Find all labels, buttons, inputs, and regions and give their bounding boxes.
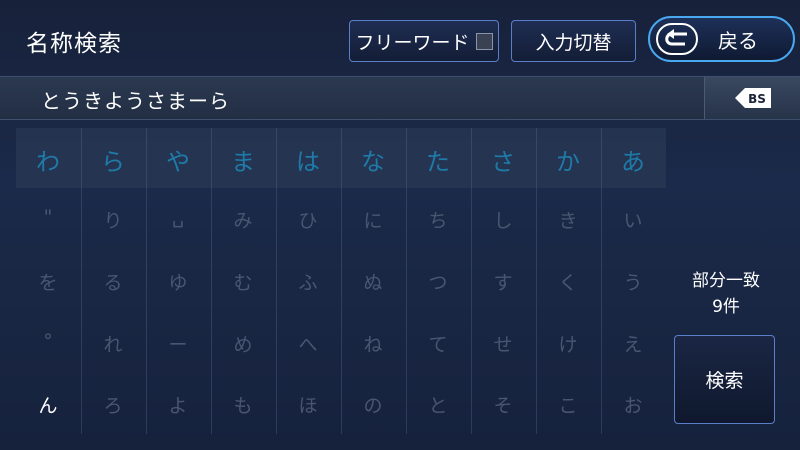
- kana-key[interactable]: ␣: [146, 206, 210, 228]
- backspace-label: BS: [748, 92, 766, 106]
- kana-key[interactable]: す: [471, 268, 535, 295]
- kana-key[interactable]: そ: [471, 391, 535, 418]
- search-button-label: 検索: [705, 370, 744, 392]
- kana-key[interactable]: ろ: [81, 391, 145, 418]
- kana-key[interactable]: の: [341, 391, 405, 418]
- kana-key[interactable]: ": [16, 206, 80, 228]
- kana-key[interactable]: け: [536, 330, 600, 357]
- kana-key-row-9[interactable]: あ: [601, 142, 665, 177]
- kana-key[interactable]: れ: [81, 330, 145, 357]
- kana-key[interactable]: ち: [406, 206, 470, 233]
- kana-key[interactable]: °: [16, 330, 80, 352]
- kana-key[interactable]: ぬ: [341, 268, 405, 295]
- kana-key-row-5[interactable]: な: [341, 142, 405, 177]
- kana-key[interactable]: に: [341, 206, 405, 233]
- free-word-toggle-button[interactable]: フリーワード: [349, 20, 499, 62]
- header-bar: 名称検索 フリーワード 入力切替 戻る: [0, 0, 800, 76]
- input-text: とうきようさまーら: [41, 89, 230, 113]
- kana-key[interactable]: と: [406, 391, 470, 418]
- kana-key[interactable]: ね: [341, 330, 405, 357]
- kana-key[interactable]: を: [16, 268, 80, 295]
- kana-key[interactable]: く: [536, 268, 600, 295]
- kana-key[interactable]: へ: [276, 330, 340, 357]
- kana-key[interactable]: め: [211, 330, 275, 357]
- free-word-label: フリーワード: [355, 31, 470, 54]
- kana-key[interactable]: せ: [471, 330, 535, 357]
- kana-key[interactable]: よ: [146, 391, 210, 418]
- kana-key[interactable]: き: [536, 206, 600, 233]
- kana-key[interactable]: つ: [406, 268, 470, 295]
- back-button[interactable]: 戻る: [648, 16, 795, 62]
- kana-key[interactable]: こ: [536, 391, 600, 418]
- kana-key[interactable]: み: [211, 206, 275, 233]
- kana-key[interactable]: り: [81, 206, 145, 233]
- backspace-icon: BS: [734, 88, 771, 108]
- kana-key[interactable]: も: [211, 391, 275, 418]
- kana-key[interactable]: て: [406, 330, 470, 357]
- page-title: 名称検索: [26, 31, 122, 57]
- back-label: 戻る: [718, 28, 758, 53]
- kana-key[interactable]: ゆ: [146, 268, 210, 295]
- kana-key[interactable]: る: [81, 268, 145, 295]
- kana-key[interactable]: う: [601, 268, 665, 295]
- kana-key[interactable]: ー: [146, 330, 210, 357]
- kana-key-row-7[interactable]: さ: [471, 142, 535, 177]
- kana-key[interactable]: ほ: [276, 391, 340, 418]
- kana-key-row-1[interactable]: ら: [81, 142, 145, 177]
- kana-key-row-3[interactable]: ま: [211, 142, 275, 177]
- search-input-display: とうきようさまーら BS: [0, 76, 800, 120]
- kana-key-row-0[interactable]: わ: [16, 142, 80, 177]
- input-switch-label: 入力切替: [535, 31, 612, 54]
- kana-key-row-4[interactable]: は: [276, 142, 340, 177]
- search-status: 部分一致 9件: [676, 268, 776, 320]
- kana-key[interactable]: ふ: [276, 268, 340, 295]
- kana-key[interactable]: い: [601, 206, 665, 233]
- kana-key[interactable]: ひ: [276, 206, 340, 233]
- kana-key-row-6[interactable]: た: [406, 142, 470, 177]
- return-arrow-icon: [656, 23, 698, 55]
- kana-key-row-8[interactable]: か: [536, 142, 600, 177]
- kana-key[interactable]: え: [601, 330, 665, 357]
- backspace-button[interactable]: BS: [704, 77, 800, 119]
- kana-keyboard: わ " を ° ん らりるれろ や ␣ ゆーよ まみむめも はひふへほ なにぬねの たちつてと さしすせそ…: [16, 128, 666, 434]
- result-count: 9件: [712, 297, 740, 317]
- checkbox-icon: [475, 32, 493, 50]
- kana-key[interactable]: お: [601, 391, 665, 418]
- kana-key[interactable]: ん: [16, 391, 80, 418]
- input-switch-button[interactable]: 入力切替: [511, 20, 636, 62]
- search-button[interactable]: 検索: [674, 335, 775, 424]
- kana-key-row-2[interactable]: や: [146, 142, 210, 177]
- kana-key[interactable]: し: [471, 206, 535, 233]
- kana-key[interactable]: む: [211, 268, 275, 295]
- match-type-label: 部分一致: [692, 271, 760, 291]
